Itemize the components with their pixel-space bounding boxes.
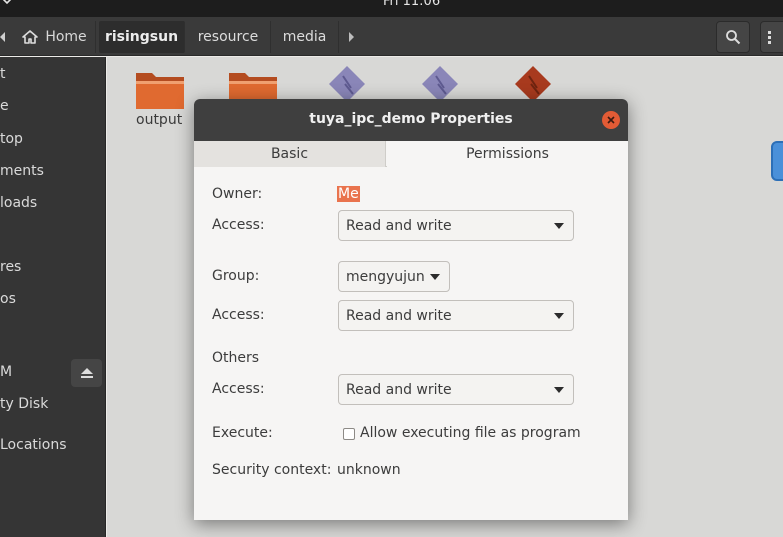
list-view-icon — [768, 31, 771, 44]
view-options-button[interactable] — [760, 21, 783, 53]
breadcrumb-home-label: Home — [45, 29, 87, 45]
dropdown-arrow-icon — [554, 387, 564, 393]
sidebar-item-documents[interactable]: ments — [0, 163, 44, 179]
sidebar: t e top ments loads res os M ty Disk Loc… — [0, 57, 106, 537]
sidebar-item-home[interactable]: e — [0, 98, 9, 114]
dropdown-arrow-icon — [554, 223, 564, 229]
breadcrumb-next-button[interactable] — [340, 21, 362, 53]
chevron-down-icon[interactable] — [2, 0, 12, 6]
home-icon — [22, 30, 39, 44]
group-access-dropdown[interactable]: Read and write — [338, 300, 574, 331]
execute-label: Execute: — [212, 425, 273, 441]
breadcrumb-media[interactable]: media — [271, 21, 339, 53]
eject-button[interactable] — [71, 359, 102, 387]
chevron-left-icon — [0, 32, 5, 42]
owner-access-value: Read and write — [346, 217, 452, 234]
sidebar-item-other-locations[interactable]: Locations — [0, 437, 67, 453]
dialog-tabs: Basic Permissions — [194, 141, 628, 167]
dialog-title: tuya_ipc_demo Properties — [309, 111, 513, 127]
clock[interactable]: Fri 11:06 — [383, 0, 440, 9]
owner-access-label: Access: — [212, 217, 265, 233]
dropdown-arrow-icon — [554, 313, 564, 319]
others-access-dropdown[interactable]: Read and write — [338, 374, 574, 405]
security-context-value: unknown — [337, 462, 401, 478]
sidebar-item-rom[interactable]: M — [0, 364, 12, 380]
tab-permissions[interactable]: Permissions — [387, 141, 628, 167]
file-label-output[interactable]: output — [136, 112, 182, 128]
breadcrumb-risingsun[interactable]: risingsun — [99, 21, 185, 53]
owner-value: Me — [337, 186, 360, 202]
folder-icon[interactable] — [134, 67, 186, 113]
eject-icon — [80, 368, 93, 378]
group-label: Group: — [212, 268, 260, 284]
sidebar-item-desktop[interactable]: top — [0, 131, 23, 147]
top-panel: Fri 11:06 — [0, 0, 783, 17]
group-access-value: Read and write — [346, 307, 452, 324]
partial-item-icon — [771, 141, 783, 181]
breadcrumb-home[interactable]: Home — [14, 21, 96, 53]
sidebar-item-pictures[interactable]: res — [0, 259, 21, 275]
header-bar: Home risingsun resource media — [0, 17, 783, 56]
sidebar-item-downloads[interactable]: loads — [0, 195, 37, 211]
search-icon — [726, 30, 741, 45]
others-access-value: Read and write — [346, 381, 452, 398]
tab-basic[interactable]: Basic — [194, 141, 386, 167]
chevron-right-icon — [349, 32, 354, 42]
execute-checkbox[interactable] — [343, 428, 355, 440]
owner-access-dropdown[interactable]: Read and write — [338, 210, 574, 241]
group-value: mengyujun — [346, 268, 425, 285]
close-button[interactable] — [602, 111, 620, 129]
sidebar-item-videos[interactable]: os — [0, 291, 16, 307]
security-context-label: Security context: — [212, 462, 332, 478]
properties-dialog: tuya_ipc_demo Properties Basic Permissio… — [194, 99, 628, 520]
owner-label: Owner: — [212, 186, 263, 202]
dialog-titlebar[interactable]: tuya_ipc_demo Properties — [194, 99, 628, 141]
breadcrumb-resource[interactable]: resource — [186, 21, 271, 53]
search-button[interactable] — [716, 21, 750, 53]
back-button[interactable] — [0, 21, 14, 53]
sidebar-item-floppy-disk[interactable]: ty Disk — [0, 396, 48, 412]
execute-checkbox-label[interactable]: Allow executing file as program — [360, 425, 581, 441]
group-access-label: Access: — [212, 307, 265, 323]
dropdown-arrow-icon — [430, 274, 440, 280]
close-icon — [607, 116, 615, 124]
others-access-label: Access: — [212, 381, 265, 397]
sidebar-item-recent[interactable]: t — [0, 66, 6, 82]
others-heading: Others — [212, 350, 260, 366]
group-dropdown[interactable]: mengyujun — [338, 261, 450, 292]
